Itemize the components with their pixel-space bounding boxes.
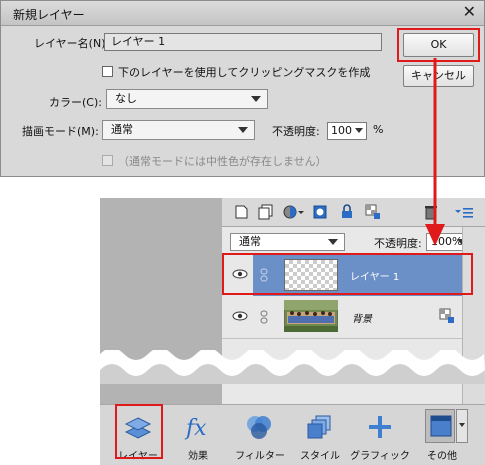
eye-icon[interactable] — [232, 311, 248, 321]
color-select[interactable]: なし — [106, 89, 268, 109]
dialog-title: 新規レイヤー — [13, 8, 85, 22]
color-label: カラー(C): — [49, 96, 102, 109]
new-layer-icon[interactable] — [234, 205, 248, 219]
window-icon — [430, 415, 452, 437]
layer-mask-icon[interactable] — [313, 205, 327, 219]
divider — [222, 338, 462, 339]
neutral-color-label: （通常モードには中性色が存在しません） — [118, 155, 327, 168]
neutral-color-checkbox[interactable] — [102, 155, 113, 166]
name-label: レイヤー名(N): — [34, 37, 110, 50]
tool-filters[interactable]: フィルター — [230, 405, 290, 465]
tool-label: フィルター — [235, 451, 285, 462]
layers-tool-highlight-box — [115, 404, 163, 459]
blend-mode-value: 通常 — [111, 123, 133, 136]
opacity-value: 100 — [331, 124, 352, 137]
tear-wave — [100, 350, 485, 384]
opacity-input[interactable]: 100 — [327, 122, 367, 140]
blend-mode-select[interactable]: 通常 — [102, 120, 255, 140]
styles-icon — [307, 415, 331, 439]
fx-icon: fx — [184, 416, 207, 441]
red-arrow — [425, 58, 445, 246]
lock-transparency-icon[interactable] — [365, 204, 381, 220]
plus-icon — [369, 416, 391, 438]
tool-styles[interactable]: スタイル — [290, 405, 350, 465]
chevron-down-icon — [328, 239, 338, 245]
panel-menu-icon[interactable] — [454, 207, 474, 219]
chevron-down-icon — [251, 96, 261, 102]
adjustment-layer-icon[interactable] — [282, 204, 304, 220]
chevron-down-icon[interactable] — [355, 128, 363, 133]
panel-opacity-label: 不透明度: — [374, 237, 422, 250]
blend-mode-label: 描画モード(M): — [22, 125, 99, 138]
link-icon — [260, 310, 268, 324]
title-bar: 新規レイヤー ✕ — [1, 1, 484, 26]
new-layer-highlight-box — [222, 253, 473, 295]
layer-row[interactable]: 背景 — [222, 296, 462, 338]
svg-text:fx: fx — [184, 416, 207, 441]
more-dropdown-button[interactable] — [456, 409, 468, 443]
tool-effects[interactable]: fx 効果 — [168, 405, 228, 465]
clipping-mask-label: 下のレイヤーを使用してクリッピングマスクを作成 — [118, 66, 371, 79]
layer-name: 背景 — [352, 314, 372, 325]
new-group-icon[interactable] — [258, 204, 274, 220]
chevron-down-icon — [459, 423, 465, 427]
lock-icon[interactable] — [341, 204, 353, 219]
tool-label: スタイル — [300, 451, 340, 462]
opacity-label: 不透明度: — [272, 125, 320, 138]
tool-label: 効果 — [188, 451, 208, 462]
group-photo-thumbnail — [284, 300, 338, 332]
panel-blend-mode-value: 通常 — [239, 235, 261, 248]
close-icon[interactable]: ✕ — [463, 3, 476, 21]
tool-label: グラフィック — [350, 451, 410, 462]
filter-circles-icon — [247, 416, 271, 439]
layer-name-input[interactable]: レイヤー 1 — [104, 33, 382, 51]
clipping-mask-checkbox[interactable] — [102, 66, 113, 77]
opacity-unit: % — [373, 123, 384, 136]
tool-more[interactable]: その他 — [412, 405, 472, 465]
lock-transparency-icon — [439, 308, 454, 323]
panel-blend-mode-select[interactable]: 通常 — [230, 233, 345, 251]
chevron-down-icon — [238, 127, 248, 133]
tool-graphics[interactable]: グラフィック — [350, 405, 410, 465]
color-select-value: なし — [115, 92, 137, 105]
new-layer-dialog: 新規レイヤー ✕ レイヤー名(N): レイヤー 1 下のレイヤーを使用してクリッ… — [0, 0, 485, 177]
tool-label: その他 — [427, 451, 457, 462]
